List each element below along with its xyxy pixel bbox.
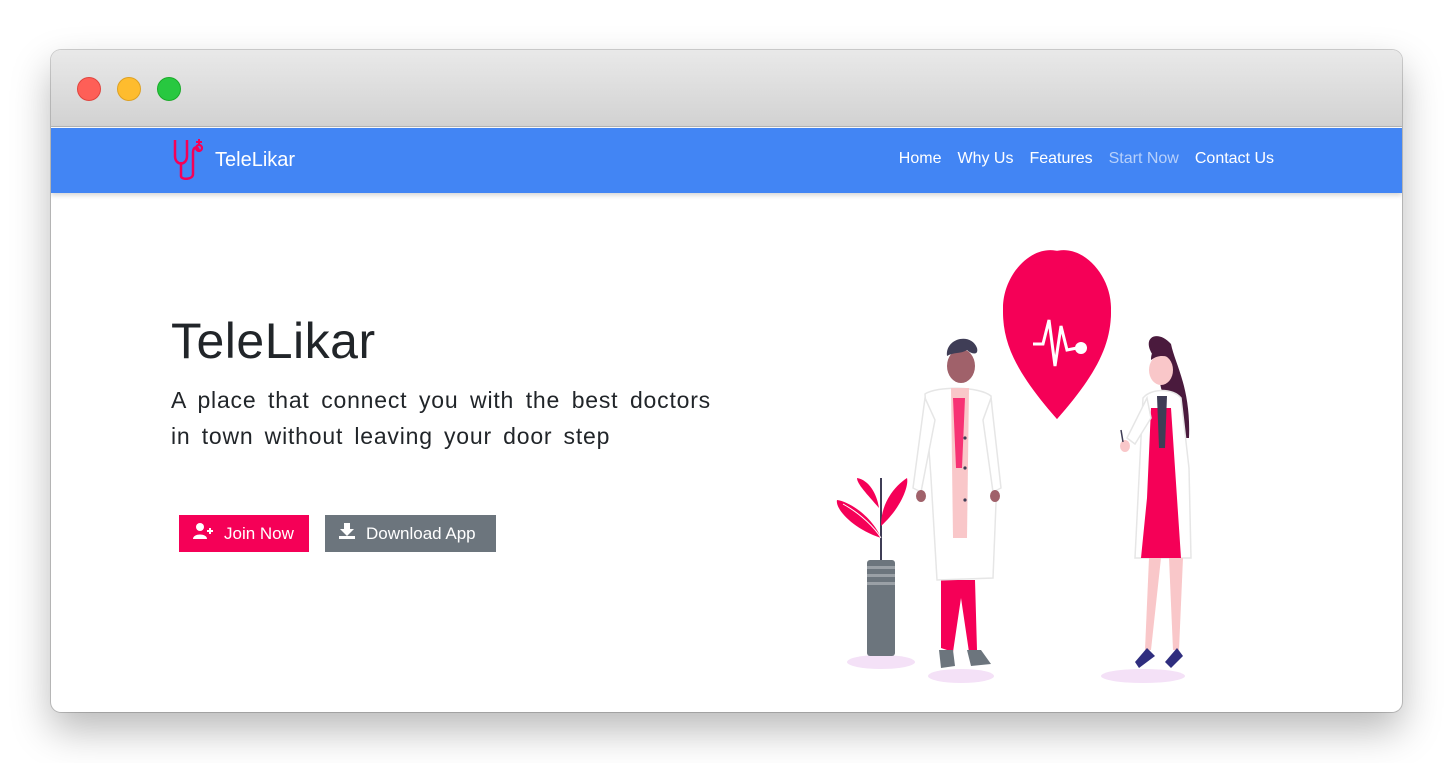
join-now-label: Join Now [224, 523, 294, 543]
navbar: TeleLikar Home Why Us Features Start Now… [51, 128, 1402, 193]
female-doctor-figure [1120, 336, 1192, 668]
nav-links: Home Why Us Features Start Now Contact U… [899, 150, 1274, 168]
plant-icon [836, 478, 908, 656]
hero-title: TeleLikar [171, 313, 376, 369]
nav-link-home[interactable]: Home [899, 150, 942, 168]
zoom-window-button[interactable] [157, 77, 181, 101]
hero-description: A place that connect you with the best d… [171, 387, 711, 449]
doctors-illustration [821, 238, 1221, 698]
nav-link-start-now[interactable]: Start Now [1109, 150, 1179, 168]
close-window-button[interactable] [77, 77, 101, 101]
nav-link-why-us[interactable]: Why Us [957, 150, 1013, 168]
brand-logo-link[interactable]: TeleLikar [171, 138, 295, 182]
male-doctor-figure [912, 338, 1002, 668]
minimize-window-button[interactable] [117, 77, 141, 101]
brand-name: TeleLikar [215, 148, 296, 171]
download-app-label: Download App [366, 523, 476, 543]
download-app-button[interactable]: Download App [325, 515, 496, 552]
user-plus-icon [192, 522, 214, 545]
nav-link-contact-us[interactable]: Contact Us [1195, 150, 1274, 168]
browser-window: TeleLikar Home Why Us Features Start Now… [51, 50, 1402, 712]
nav-link-features[interactable]: Features [1029, 150, 1092, 168]
download-icon [338, 522, 356, 545]
join-now-button[interactable]: Join Now [179, 515, 309, 552]
heart-icon [1003, 250, 1111, 419]
stethoscope-icon [171, 136, 207, 185]
window-titlebar [51, 50, 1402, 127]
